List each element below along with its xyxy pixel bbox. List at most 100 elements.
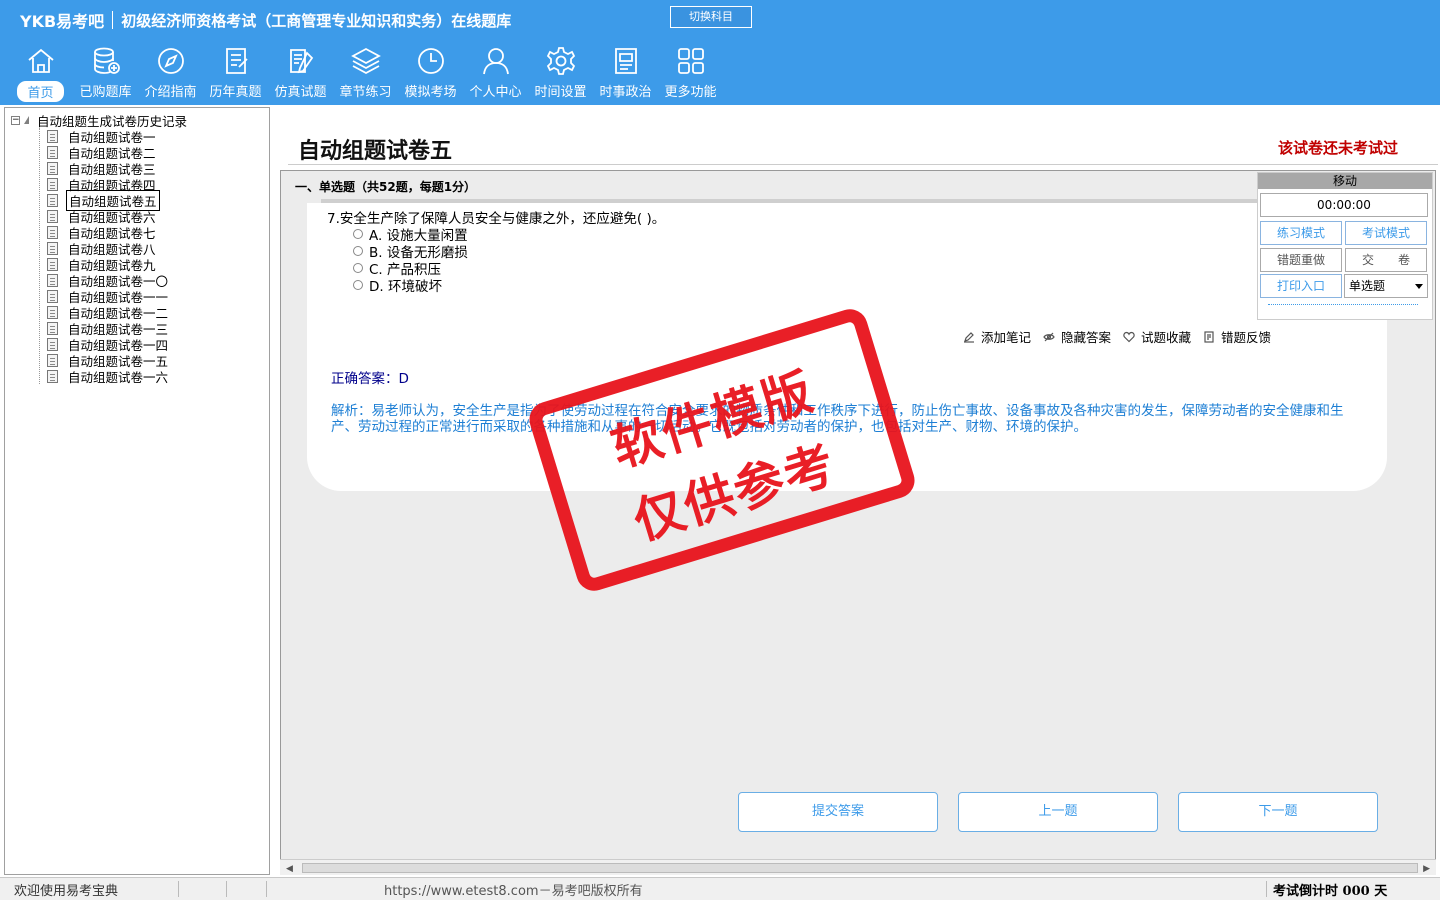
- app-window: YKB易考吧 初级经济师资格考试（工商管理专业知识和实务）在线题库 切换科目 首…: [0, 0, 1440, 900]
- document-icon: [47, 289, 58, 303]
- toolbar-time-settings[interactable]: 时间设置: [528, 45, 593, 103]
- scrollbar-thumb[interactable]: [302, 863, 1418, 873]
- document-icon: [47, 305, 58, 319]
- radio-button[interactable]: [353, 229, 363, 239]
- status-bar: 欢迎使用易考宝典 https://www.etest8.com－易考吧版权所有 …: [0, 877, 1440, 900]
- report-icon: [1204, 330, 1214, 343]
- exam-status-note: 该试卷还未考试过: [1277, 139, 1398, 157]
- section-heading: 一、单选题（共52题，每题1分）: [295, 180, 477, 194]
- redo-wrong-button[interactable]: 错题重做: [1260, 248, 1342, 272]
- toolbar-personal-center[interactable]: 个人中心: [463, 45, 528, 103]
- scroll-right-icon[interactable]: ▶: [1423, 864, 1430, 874]
- toolbar-current-affairs[interactable]: 时事政治: [593, 45, 658, 103]
- database-icon: [93, 47, 120, 74]
- document-list-icon: [225, 48, 248, 74]
- next-question-button[interactable]: 下一题: [1178, 792, 1378, 832]
- toolbar-label: 时间设置: [534, 85, 587, 100]
- layers-icon: [350, 47, 381, 75]
- radio-button[interactable]: [353, 280, 363, 290]
- horizontal-scrollbar[interactable]: ◀ ▶: [280, 859, 1436, 875]
- hand-in-button[interactable]: 交 卷: [1345, 248, 1427, 272]
- option-d[interactable]: D. 环境破坏: [353, 275, 442, 295]
- newspaper-icon: [614, 48, 637, 74]
- welcome-text: 欢迎使用易考宝典: [14, 884, 119, 899]
- toolbar-purchased[interactable]: 已购题库: [73, 45, 138, 103]
- collapse-icon[interactable]: −: [11, 115, 20, 125]
- user-icon: [482, 48, 509, 75]
- brand: YKB易考吧 初级经济师资格考试（工商管理专业知识和实务）在线题库: [20, 8, 511, 32]
- toolbar-chapter-practice[interactable]: 章节练习: [333, 45, 398, 103]
- paper-title-bar: 自动组题试卷五: [288, 127, 1438, 165]
- print-button[interactable]: 打印入口: [1260, 274, 1342, 298]
- elapsed-timer: 00:00:00: [1260, 193, 1428, 217]
- toolbar-label: 章节练习: [339, 85, 392, 100]
- toolbar-label: 已购题库: [79, 85, 132, 100]
- toolbar-label: 介绍指南: [144, 85, 197, 100]
- document-icon: [47, 369, 58, 383]
- scroll-left-icon[interactable]: ◀: [286, 864, 293, 874]
- toolbar-more[interactable]: 更多功能: [658, 45, 723, 103]
- clock-icon: [417, 48, 444, 74]
- add-note-button[interactable]: 添加笔记: [963, 327, 1031, 346]
- document-icon: [47, 273, 58, 287]
- move-handle[interactable]: 移动: [1258, 173, 1432, 189]
- heart-icon: [1123, 331, 1135, 342]
- status-divider: [1266, 881, 1267, 897]
- radio-button[interactable]: [353, 246, 363, 256]
- toolbar-mock-questions[interactable]: 仿真试题: [268, 45, 333, 103]
- document-icon: [47, 337, 58, 351]
- toolbar-label: 模拟考场: [404, 85, 457, 100]
- document-icon: [47, 145, 58, 159]
- main-toolbar: 首页 已购题库 介绍指南 历年真题 仿真试题 章节练习 模拟考场 个人中心 时间…: [8, 45, 723, 103]
- question-type-select[interactable]: 单选题: [1344, 274, 1428, 298]
- document-icon: [47, 225, 58, 239]
- document-icon: [47, 129, 58, 143]
- hide-answer-button[interactable]: 隐藏答案: [1043, 327, 1111, 346]
- hide-answer-label: 隐藏答案: [1061, 330, 1112, 345]
- compass-icon: [157, 48, 184, 74]
- gear-icon: [546, 47, 575, 75]
- panel-slider[interactable]: [1268, 303, 1418, 305]
- exam-countdown: 考试倒计时 000 天: [1273, 884, 1388, 899]
- toolbar-mock-exam[interactable]: 模拟考场: [398, 45, 463, 103]
- favorite-question-button[interactable]: 试题收藏: [1123, 327, 1191, 346]
- tree-item[interactable]: 自动组题试卷一六: [47, 368, 170, 385]
- document-icon: [47, 161, 58, 175]
- report-error-button[interactable]: 错题反馈: [1203, 327, 1271, 346]
- switch-subject-button[interactable]: 切换科目: [670, 6, 752, 28]
- document-icon: [47, 241, 58, 255]
- add-note-label: 添加笔记: [981, 330, 1032, 345]
- toolbar-label: 仿真试题: [274, 85, 327, 100]
- grid-icon: [677, 48, 704, 74]
- document-icon: [47, 177, 58, 191]
- report-error-label: 错题反馈: [1221, 330, 1272, 345]
- document-icon: [47, 193, 58, 207]
- correct-answer: 正确答案：D: [331, 371, 409, 387]
- toolbar-guide[interactable]: 介绍指南: [138, 45, 203, 103]
- radio-button[interactable]: [353, 263, 363, 273]
- practice-mode-button[interactable]: 练习模式: [1260, 221, 1342, 245]
- document-icon: [47, 257, 58, 271]
- option-label: D. 环境破坏: [369, 279, 442, 295]
- folder-icon: [24, 116, 29, 124]
- copyright-text: https://www.etest8.com－易考吧版权所有: [384, 884, 643, 899]
- document-icon: [47, 209, 58, 223]
- toolbar-label: 时事政治: [599, 85, 652, 100]
- prev-question-button[interactable]: 上一题: [958, 792, 1158, 832]
- status-divider: [266, 881, 267, 897]
- toolbar-label: 首页: [17, 81, 64, 102]
- paper-title: 自动组题试卷五: [298, 139, 453, 164]
- toolbar-label: 更多功能: [664, 85, 717, 100]
- tree-connector: [39, 128, 40, 384]
- toolbar-past-exams[interactable]: 历年真题: [203, 45, 268, 103]
- toolbar-home[interactable]: 首页: [8, 45, 73, 103]
- paper-history-tree: − 自动组题生成试卷历史记录 自动组题试卷一 自动组题试卷二 自动组题试卷三 自动组题…: [4, 107, 270, 875]
- document-icon: [47, 321, 58, 335]
- status-divider: [178, 881, 179, 897]
- question-actions: 添加笔记 隐藏答案 试题收藏 错题反馈: [963, 327, 1283, 346]
- toolbar-label: 个人中心: [469, 85, 522, 100]
- submit-answer-button[interactable]: 提交答案: [738, 792, 938, 832]
- exam-mode-button[interactable]: 考试模式: [1345, 221, 1427, 245]
- document-icon: [47, 353, 58, 367]
- eye-hidden-icon: [1043, 332, 1055, 341]
